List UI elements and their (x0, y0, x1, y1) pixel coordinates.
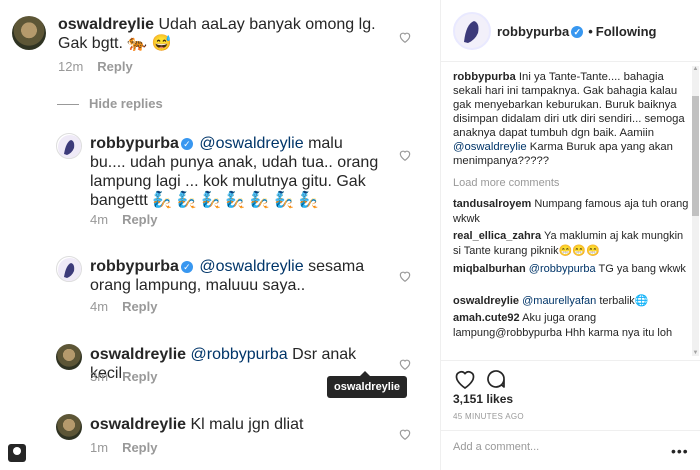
comment-mention[interactable]: @oswaldreylie (199, 258, 303, 275)
sidebar-comment: real_ellica_zahra Ya maklumin aj kak mun… (453, 229, 691, 259)
post-timestamp: 45 MINUTES AGO (453, 412, 524, 421)
more-options-icon[interactable]: ••• (671, 443, 689, 459)
verified-badge-icon: ✓ (180, 138, 193, 150)
sidebar-comment-user[interactable]: miqbalburhan (453, 263, 526, 275)
caption-mention[interactable]: @oswaldreylie (453, 141, 527, 153)
comment-username[interactable]: oswaldreylie (90, 416, 186, 433)
like-heart-icon[interactable] (398, 148, 412, 162)
reply-button[interactable]: Reply (122, 369, 157, 384)
post-caption: robbypurba Ini ya Tante-Tante.... bahagi… (453, 70, 691, 168)
comment-text: Kl malu jgn dliat (190, 416, 304, 433)
comment-time: 1m (90, 440, 109, 455)
avatar-image-icon (58, 258, 81, 281)
comment-body: robbypurba ✓ @oswaldreylie malu bu.... ud… (90, 134, 380, 210)
comment-time: 4m (90, 299, 109, 314)
verified-badge-icon: ✓ (571, 26, 584, 38)
comment-body: oswaldreylie Kl malu jgn dliat (90, 415, 390, 434)
like-heart-icon[interactable] (398, 30, 412, 44)
sidebar-comment-user[interactable]: amah.cute92 (453, 312, 520, 324)
comment-meta: 12m Reply (58, 59, 133, 74)
sidebar-comment-user[interactable]: real_ellica_zahra (453, 230, 541, 242)
verified-badge-icon: ✓ (180, 261, 193, 273)
comment-bubble-icon[interactable] (484, 367, 508, 391)
sidebar-comment-user[interactable]: tandusalroyem (453, 198, 531, 210)
scroll-down-icon[interactable]: ▼ (692, 350, 699, 356)
sidebar-comment: miqbalburhan @robbypurba TG ya bang wkwk (453, 262, 691, 277)
scroll-up-icon[interactable]: ▲ (692, 66, 699, 72)
comment-body: robbypurba ✓ @oswaldreylie sesama orang l… (90, 257, 380, 295)
like-heart-icon[interactable] (453, 367, 477, 391)
sidebar-comment-user[interactable]: oswaldreylie (453, 295, 519, 307)
sidebar-comment-text: terbalik🌐 (599, 295, 649, 307)
comment-meta: 4m Reply (90, 299, 157, 314)
following-button[interactable]: Following (596, 24, 657, 39)
avatar[interactable] (453, 12, 491, 50)
like-heart-icon[interactable] (398, 427, 412, 441)
comment-time: 4m (90, 212, 109, 227)
avatar[interactable] (56, 133, 82, 159)
caption-username[interactable]: robbypurba (453, 71, 516, 83)
divider (57, 104, 79, 106)
hide-replies-button[interactable]: Hide replies (57, 96, 163, 111)
comment-meta: 1m Reply (90, 440, 157, 455)
comment-time: 3m (90, 369, 109, 384)
username-tooltip: oswaldreylie (327, 371, 408, 398)
load-more-comments-button[interactable]: Load more comments (453, 177, 559, 189)
comment-meta: 4m Reply (90, 212, 157, 227)
sidebar-comment-text: TG ya bang wkwk (598, 263, 686, 275)
separator-dot: • (588, 24, 593, 39)
hide-replies-label: Hide replies (89, 96, 163, 111)
avatar[interactable] (56, 344, 82, 370)
like-heart-icon[interactable] (398, 357, 412, 371)
add-comment-input[interactable] (453, 441, 653, 453)
sidebar-comment: amah.cute92 Aku juga orang lampung@robby… (453, 311, 691, 341)
comment-username[interactable]: oswaldreylie (90, 346, 186, 363)
comment-meta: 3m Reply (90, 369, 157, 384)
post-sidebar: robbypurba ✓ • Following robbypurba Ini ya … (440, 0, 700, 470)
sidebar-comment: tandusalroyem Numpang famous aja tuh ora… (453, 197, 691, 227)
likes-count[interactable]: 3,151 likes (453, 392, 513, 406)
avatar[interactable] (12, 16, 46, 50)
comment-mention[interactable]: @oswaldreylie (199, 135, 303, 152)
reply-button[interactable]: Reply (122, 440, 157, 455)
comment-username[interactable]: robbypurba (90, 258, 179, 275)
post-header: robbypurba ✓ • Following (441, 0, 700, 62)
post-username[interactable]: robbypurba (497, 24, 569, 39)
add-comment-bar: ••• (441, 430, 700, 470)
avatar[interactable] (56, 256, 82, 282)
avatar-image-icon (58, 135, 81, 158)
sidebar-comment-mention[interactable]: @robbypurba (529, 263, 596, 275)
reply-button[interactable]: Reply (122, 299, 157, 314)
reply-button[interactable]: Reply (122, 212, 157, 227)
post-author: robbypurba ✓ • Following (497, 24, 656, 39)
comments-scrollbar[interactable]: ▲ ▼ (692, 66, 699, 356)
sidebar-comment: oswaldreylie @maurellyafan terbalik🌐 (453, 294, 691, 309)
avatar[interactable] (56, 414, 82, 440)
comment-username[interactable]: oswaldreylie (58, 16, 154, 33)
sidebar-comment-mention[interactable]: @maurellyafan (522, 295, 596, 307)
comment-username[interactable]: robbypurba (90, 135, 179, 152)
comment-time: 12m (58, 59, 84, 74)
comment-body: oswaldreylie Udah aaLay banyak omong lg.… (58, 15, 378, 53)
like-heart-icon[interactable] (398, 269, 412, 283)
avatar-image-icon (464, 21, 479, 43)
reply-button[interactable]: Reply (97, 59, 132, 74)
profile-icon[interactable] (8, 444, 26, 462)
comment-thread: oswaldreylie Udah aaLay banyak omong lg.… (0, 0, 420, 470)
scrollbar-thumb[interactable] (692, 96, 699, 216)
comment-mention[interactable]: @robbypurba (191, 346, 288, 363)
